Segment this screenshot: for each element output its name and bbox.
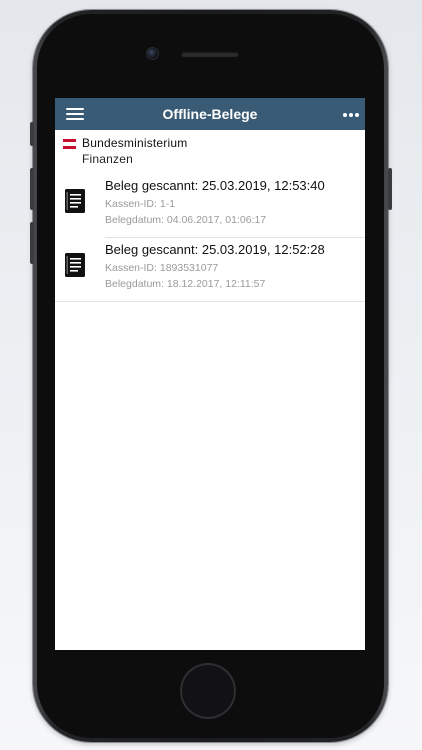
ministry-name-line1: Bundesministerium: [82, 136, 188, 150]
receipt-document-icon: [65, 253, 85, 277]
home-button[interactable]: [182, 665, 234, 717]
receipt-list: Beleg gescannt: 25.03.2019, 12:53:40 Kas…: [55, 174, 365, 302]
earpiece-speaker: [181, 51, 239, 57]
receipt-belegdatum: Belegdatum: 18.12.2017, 12:11:57: [105, 278, 266, 290]
receipt-list-item[interactable]: Beleg gescannt: 25.03.2019, 12:53:40 Kas…: [55, 174, 365, 238]
austria-flag-icon: [63, 139, 76, 149]
more-options-icon[interactable]: [343, 106, 361, 122]
ministry-logo: Bundesministerium Finanzen: [55, 130, 365, 174]
navigation-bar: Offline-Belege: [55, 98, 365, 130]
page-title: Offline-Belege: [162, 106, 258, 122]
ministry-name-line2: Finanzen: [82, 152, 133, 166]
receipt-kassen-id: Kassen-ID: 1-1: [105, 198, 176, 210]
volume-up-button: [30, 168, 34, 210]
menu-icon[interactable]: [66, 107, 84, 121]
receipt-belegdatum: Belegdatum: 04.06.2017, 01:06:17: [105, 214, 267, 226]
receipt-scan-title: Beleg gescannt: 25.03.2019, 12:52:28: [105, 242, 325, 257]
volume-down-button: [30, 222, 34, 264]
receipt-scan-title: Beleg gescannt: 25.03.2019, 12:53:40: [105, 178, 325, 193]
receipt-kassen-id: Kassen-ID: 1893531077: [105, 262, 219, 274]
front-camera: [147, 48, 158, 59]
app-screen: Offline-Belege Bundesministerium Finanze…: [55, 98, 365, 650]
receipt-document-icon: [65, 189, 85, 213]
mute-switch: [30, 122, 34, 146]
receipt-list-item[interactable]: Beleg gescannt: 25.03.2019, 12:52:28 Kas…: [55, 238, 365, 302]
power-button: [388, 168, 392, 210]
list-divider: [55, 301, 365, 302]
